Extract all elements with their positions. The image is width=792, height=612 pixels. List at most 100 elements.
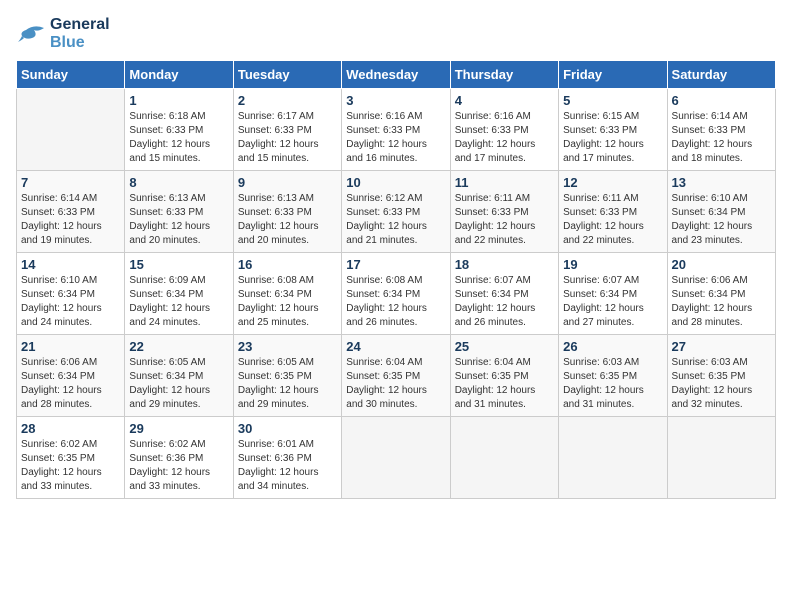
day-info: Sunrise: 6:08 AM Sunset: 6:34 PM Dayligh…: [346, 274, 445, 330]
day-cell: 23 Sunrise: 6:05 AM Sunset: 6:35 PM Dayli…: [233, 335, 341, 417]
day-cell: 6 Sunrise: 6:14 AM Sunset: 6:33 PM Daylig…: [667, 89, 775, 171]
day-number: 7: [21, 175, 120, 190]
day-number: 13: [672, 175, 771, 190]
day-number: 19: [563, 257, 662, 272]
day-cell: 4 Sunrise: 6:16 AM Sunset: 6:33 PM Daylig…: [450, 89, 558, 171]
day-info: Sunrise: 6:06 AM Sunset: 6:34 PM Dayligh…: [21, 356, 120, 412]
day-info: Sunrise: 6:10 AM Sunset: 6:34 PM Dayligh…: [21, 274, 120, 330]
day-number: 27: [672, 339, 771, 354]
day-info: Sunrise: 6:05 AM Sunset: 6:35 PM Dayligh…: [238, 356, 337, 412]
day-cell: [667, 417, 775, 499]
day-info: Sunrise: 6:15 AM Sunset: 6:33 PM Dayligh…: [563, 110, 662, 166]
day-info: Sunrise: 6:04 AM Sunset: 6:35 PM Dayligh…: [346, 356, 445, 412]
day-info: Sunrise: 6:01 AM Sunset: 6:36 PM Dayligh…: [238, 438, 337, 494]
day-cell: 22 Sunrise: 6:05 AM Sunset: 6:34 PM Dayli…: [125, 335, 233, 417]
day-info: Sunrise: 6:16 AM Sunset: 6:33 PM Dayligh…: [455, 110, 554, 166]
day-number: 6: [672, 93, 771, 108]
day-number: 21: [21, 339, 120, 354]
day-info: Sunrise: 6:07 AM Sunset: 6:34 PM Dayligh…: [455, 274, 554, 330]
day-number: 26: [563, 339, 662, 354]
day-info: Sunrise: 6:13 AM Sunset: 6:33 PM Dayligh…: [129, 192, 228, 248]
day-number: 4: [455, 93, 554, 108]
day-number: 2: [238, 93, 337, 108]
week-row-4: 21 Sunrise: 6:06 AM Sunset: 6:34 PM Dayli…: [17, 335, 776, 417]
day-cell: 17Sunrise: 6:08 AM Sunset: 6:34 PM Dayli…: [342, 253, 450, 335]
weekday-saturday: Saturday: [667, 61, 775, 89]
day-cell: 30 Sunrise: 6:01 AM Sunset: 6:36 PM Dayli…: [233, 417, 341, 499]
day-cell: [559, 417, 667, 499]
weekday-sunday: Sunday: [17, 61, 125, 89]
page-header: General Blue: [16, 16, 776, 52]
day-cell: 25Sunrise: 6:04 AM Sunset: 6:35 PM Dayli…: [450, 335, 558, 417]
day-cell: 24 Sunrise: 6:04 AM Sunset: 6:35 PM Dayli…: [342, 335, 450, 417]
weekday-friday: Friday: [559, 61, 667, 89]
weekday-monday: Monday: [125, 61, 233, 89]
day-info: Sunrise: 6:02 AM Sunset: 6:35 PM Dayligh…: [21, 438, 120, 494]
day-info: Sunrise: 6:02 AM Sunset: 6:36 PM Dayligh…: [129, 438, 228, 494]
day-info: Sunrise: 6:12 AM Sunset: 6:33 PM Dayligh…: [346, 192, 445, 248]
day-cell: 11 Sunrise: 6:11 AM Sunset: 6:33 PM Dayli…: [450, 171, 558, 253]
day-cell: 16 Sunrise: 6:08 AM Sunset: 6:34 PM Dayli…: [233, 253, 341, 335]
day-info: Sunrise: 6:17 AM Sunset: 6:33 PM Dayligh…: [238, 110, 337, 166]
day-number: 23: [238, 339, 337, 354]
week-row-5: 28 Sunrise: 6:02 AM Sunset: 6:35 PM Dayli…: [17, 417, 776, 499]
day-number: 18: [455, 257, 554, 272]
weekday-tuesday: Tuesday: [233, 61, 341, 89]
day-info: Sunrise: 6:06 AM Sunset: 6:34 PM Dayligh…: [672, 274, 771, 330]
day-info: Sunrise: 6:11 AM Sunset: 6:33 PM Dayligh…: [563, 192, 662, 248]
day-cell: 26 Sunrise: 6:03 AM Sunset: 6:35 PM Dayli…: [559, 335, 667, 417]
day-info: Sunrise: 6:10 AM Sunset: 6:34 PM Dayligh…: [672, 192, 771, 248]
day-number: 9: [238, 175, 337, 190]
logo-icon: [16, 22, 46, 46]
day-info: Sunrise: 6:11 AM Sunset: 6:33 PM Dayligh…: [455, 192, 554, 248]
day-cell: [17, 89, 125, 171]
day-cell: 19 Sunrise: 6:07 AM Sunset: 6:34 PM Dayli…: [559, 253, 667, 335]
day-info: Sunrise: 6:08 AM Sunset: 6:34 PM Dayligh…: [238, 274, 337, 330]
day-cell: 12Sunrise: 6:11 AM Sunset: 6:33 PM Dayli…: [559, 171, 667, 253]
day-cell: 27 Sunrise: 6:03 AM Sunset: 6:35 PM Dayli…: [667, 335, 775, 417]
day-cell: 13 Sunrise: 6:10 AM Sunset: 6:34 PM Dayli…: [667, 171, 775, 253]
week-row-1: 1Sunrise: 6:18 AM Sunset: 6:33 PM Daylig…: [17, 89, 776, 171]
day-number: 3: [346, 93, 445, 108]
day-cell: 15 Sunrise: 6:09 AM Sunset: 6:34 PM Dayli…: [125, 253, 233, 335]
day-number: 22: [129, 339, 228, 354]
day-info: Sunrise: 6:05 AM Sunset: 6:34 PM Dayligh…: [129, 356, 228, 412]
day-info: Sunrise: 6:03 AM Sunset: 6:35 PM Dayligh…: [672, 356, 771, 412]
day-number: 10: [346, 175, 445, 190]
day-cell: 21 Sunrise: 6:06 AM Sunset: 6:34 PM Dayli…: [17, 335, 125, 417]
day-cell: 18 Sunrise: 6:07 AM Sunset: 6:34 PM Dayli…: [450, 253, 558, 335]
day-info: Sunrise: 6:07 AM Sunset: 6:34 PM Dayligh…: [563, 274, 662, 330]
day-info: Sunrise: 6:18 AM Sunset: 6:33 PM Dayligh…: [129, 110, 228, 166]
day-number: 5: [563, 93, 662, 108]
weekday-wednesday: Wednesday: [342, 61, 450, 89]
day-cell: 5 Sunrise: 6:15 AM Sunset: 6:33 PM Daylig…: [559, 89, 667, 171]
day-number: 24: [346, 339, 445, 354]
day-number: 28: [21, 421, 120, 436]
day-cell: 20 Sunrise: 6:06 AM Sunset: 6:34 PM Dayli…: [667, 253, 775, 335]
day-number: 20: [672, 257, 771, 272]
day-number: 14: [21, 257, 120, 272]
day-cell: 14 Sunrise: 6:10 AM Sunset: 6:34 PM Dayli…: [17, 253, 125, 335]
day-number: 25: [455, 339, 554, 354]
day-cell: 9Sunrise: 6:13 AM Sunset: 6:33 PM Daylig…: [233, 171, 341, 253]
day-number: 11: [455, 175, 554, 190]
week-row-3: 14 Sunrise: 6:10 AM Sunset: 6:34 PM Dayli…: [17, 253, 776, 335]
day-cell: [450, 417, 558, 499]
day-cell: 3Sunrise: 6:16 AM Sunset: 6:33 PM Daylig…: [342, 89, 450, 171]
weekday-header-row: SundayMondayTuesdayWednesdayThursdayFrid…: [17, 61, 776, 89]
day-cell: 2 Sunrise: 6:17 AM Sunset: 6:33 PM Daylig…: [233, 89, 341, 171]
week-row-2: 7Sunrise: 6:14 AM Sunset: 6:33 PM Daylig…: [17, 171, 776, 253]
day-info: Sunrise: 6:14 AM Sunset: 6:33 PM Dayligh…: [672, 110, 771, 166]
day-number: 15: [129, 257, 228, 272]
calendar-table: SundayMondayTuesdayWednesdayThursdayFrid…: [16, 60, 776, 499]
logo: General Blue: [16, 16, 110, 52]
day-info: Sunrise: 6:09 AM Sunset: 6:34 PM Dayligh…: [129, 274, 228, 330]
day-cell: 1Sunrise: 6:18 AM Sunset: 6:33 PM Daylig…: [125, 89, 233, 171]
day-cell: 29 Sunrise: 6:02 AM Sunset: 6:36 PM Dayli…: [125, 417, 233, 499]
day-number: 29: [129, 421, 228, 436]
day-info: Sunrise: 6:03 AM Sunset: 6:35 PM Dayligh…: [563, 356, 662, 412]
day-number: 30: [238, 421, 337, 436]
day-number: 16: [238, 257, 337, 272]
day-number: 8: [129, 175, 228, 190]
day-cell: 10 Sunrise: 6:12 AM Sunset: 6:33 PM Dayli…: [342, 171, 450, 253]
